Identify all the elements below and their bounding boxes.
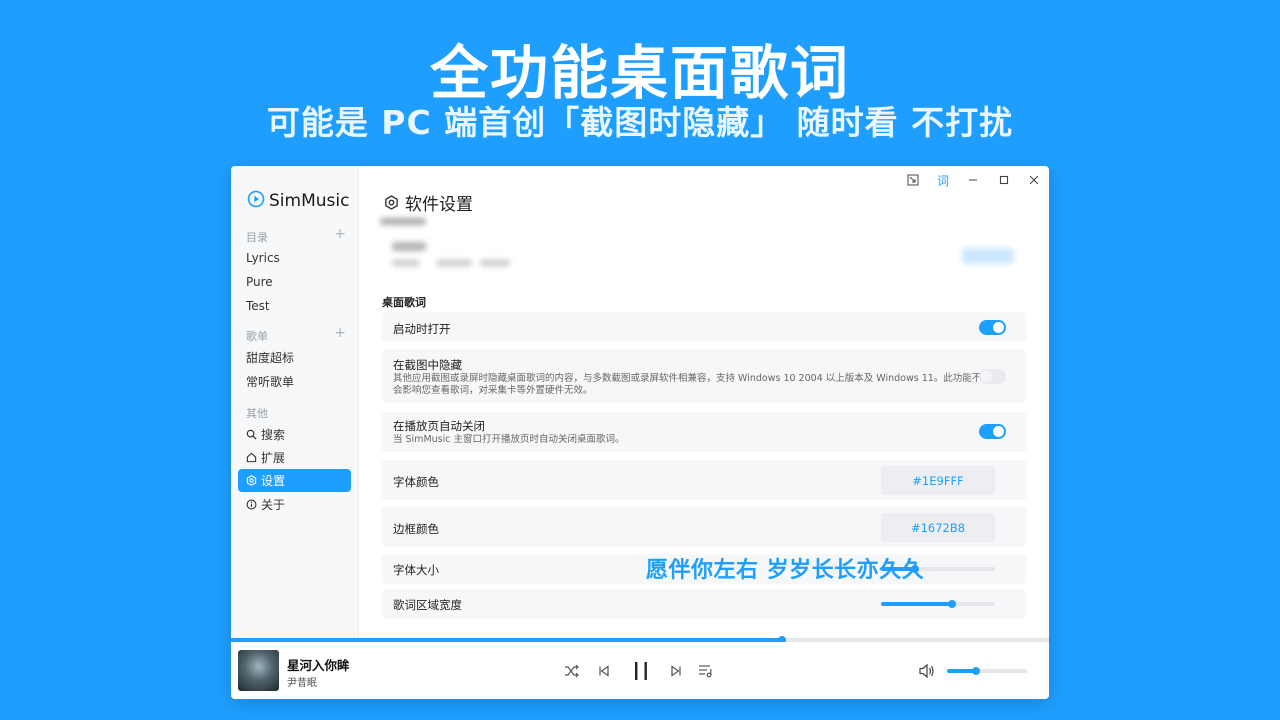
- blurred-previous-section: [380, 218, 1030, 278]
- setting-title: 在截图中隐藏: [393, 358, 462, 372]
- playlist-button[interactable]: [697, 662, 715, 680]
- sidebar-item-label: Test: [246, 298, 270, 313]
- setting-title: 启动时打开: [393, 322, 451, 336]
- add-playlist-icon[interactable]: +: [334, 325, 346, 344]
- sidebar-item-search[interactable]: 搜索: [238, 423, 351, 446]
- setting-title: 在播放页自动关闭: [393, 419, 485, 433]
- group-title-desktop-lyrics: 桌面歌词: [382, 296, 426, 309]
- extension-icon: [246, 452, 257, 463]
- section-header-other: 其他: [246, 405, 346, 421]
- hide-in-screenshot-toggle[interactable]: [979, 369, 1006, 384]
- setting-hide-in-screenshot: 在截图中隐藏 其他应用截图或录屏时隐藏桌面歌词的内容，与多数截图或录屏软件相兼容…: [382, 349, 1026, 403]
- settings-gear-icon: [246, 475, 257, 486]
- section-header-folders: 目录 +: [246, 226, 346, 245]
- previous-icon: [599, 665, 609, 677]
- player-bar: 星河入你眸 尹昔眠: [231, 642, 1049, 699]
- lyric-width-slider[interactable]: [881, 600, 995, 608]
- sidebar-item-label: Lyrics: [246, 250, 280, 265]
- section-label: 歌单: [246, 330, 268, 343]
- shuffle-icon: [565, 664, 579, 678]
- page-title: 软件设置: [384, 190, 473, 215]
- album-cover[interactable]: [238, 650, 279, 691]
- section-header-playlists: 歌单 +: [246, 325, 346, 344]
- sidebar-item-label: 搜索: [261, 428, 286, 442]
- add-folder-icon[interactable]: +: [334, 226, 346, 245]
- border-color-picker[interactable]: #1672B8: [881, 513, 995, 542]
- sidebar-item-label: 常听歌单: [246, 375, 295, 389]
- sidebar-item-playlist-1[interactable]: 甜度超标: [238, 346, 351, 369]
- next-icon: [671, 665, 681, 677]
- mini-mode-icon: [907, 174, 919, 186]
- close-button[interactable]: [1025, 172, 1043, 188]
- app-logo: SimMusic: [247, 190, 349, 212]
- section-label: 目录: [246, 231, 268, 244]
- maximize-icon: [999, 175, 1009, 185]
- desktop-lyrics-button[interactable]: 词: [934, 172, 952, 188]
- sidebar-item-label: Pure: [246, 274, 273, 289]
- setting-lyric-area-width: 歌词区域宽度: [382, 589, 1026, 619]
- sidebar-item-extensions[interactable]: 扩展: [238, 446, 351, 469]
- close-icon: [1029, 175, 1039, 185]
- sidebar-item-label: 甜度超标: [246, 351, 295, 365]
- setting-title: 字体颜色: [393, 475, 439, 489]
- volume-thumb[interactable]: [971, 667, 980, 675]
- setting-description: 当 SimMusic 主窗口打开播放页时自动关闭桌面歌词。: [393, 434, 625, 445]
- setting-auto-close-on-play-page: 在播放页自动关闭 当 SimMusic 主窗口打开播放页时自动关闭桌面歌词。: [382, 412, 1026, 452]
- setting-border-color: 边框颜色 #1672B8: [382, 507, 1026, 547]
- shuffle-button[interactable]: [563, 662, 581, 680]
- song-artist: 尹昔眠: [287, 678, 317, 689]
- sidebar-item-label: 设置: [261, 474, 286, 488]
- sidebar-item-settings[interactable]: 设置: [238, 469, 351, 492]
- sidebar-item-playlist-2[interactable]: 常听歌单: [238, 370, 351, 393]
- sidebar-item-about[interactable]: 关于: [238, 493, 351, 516]
- section-label: 其他: [246, 407, 268, 420]
- minimize-icon: [969, 179, 977, 181]
- setting-font-color: 字体颜色 #1E9FFF: [382, 460, 1026, 500]
- main-panel: 词 软件设置 桌面歌词 启动时打开 在截图中隐藏 其他应用截图或录屏时隐藏桌面歌…: [360, 166, 1049, 638]
- sidebar-item-label: 扩展: [261, 451, 286, 465]
- sidebar-item-lyrics[interactable]: Lyrics: [238, 246, 351, 269]
- desktop-lyric-preview: 愿伴你左右 岁岁长长亦久久: [646, 558, 925, 583]
- play-logo-icon: [247, 190, 265, 212]
- sidebar-item-pure[interactable]: Pure: [238, 270, 351, 293]
- search-icon: [246, 429, 257, 440]
- sidebar-item-label: 关于: [261, 498, 286, 512]
- setting-title: 字体大小: [393, 563, 439, 577]
- sidebar: SimMusic 目录 + Lyrics Pure Test 歌单 + 甜度超标…: [231, 166, 359, 638]
- setting-open-on-start: 启动时打开: [382, 312, 1026, 342]
- setting-title: 边框颜色: [393, 522, 439, 536]
- pause-icon: [635, 662, 647, 680]
- open-on-start-toggle[interactable]: [979, 320, 1006, 335]
- setting-title: 歌词区域宽度: [393, 598, 462, 612]
- previous-button[interactable]: [595, 662, 613, 680]
- page-title-text: 软件设置: [405, 195, 473, 215]
- minimize-button[interactable]: [964, 172, 982, 188]
- pause-button[interactable]: [631, 660, 651, 682]
- volume-slider[interactable]: [947, 667, 1027, 675]
- hero-subtitle: 可能是 PC 端首创「截图时隐藏」 随时看 不打扰: [266, 103, 1014, 142]
- next-button[interactable]: [667, 662, 685, 680]
- app-name: SimMusic: [269, 191, 350, 211]
- font-color-picker[interactable]: #1E9FFF: [881, 466, 995, 495]
- info-icon: [246, 499, 257, 510]
- volume-icon[interactable]: [918, 663, 936, 683]
- setting-description: 其他应用截图或录屏时隐藏桌面歌词的内容，与多数截图或录屏软件相兼容，支持 Win…: [393, 373, 982, 396]
- sidebar-item-test[interactable]: Test: [238, 294, 351, 317]
- maximize-button[interactable]: [995, 172, 1013, 188]
- auto-close-toggle[interactable]: [979, 424, 1006, 439]
- slider-thumb[interactable]: [947, 600, 956, 608]
- song-title: 星河入你眸: [287, 658, 350, 673]
- mini-mode-button[interactable]: [904, 172, 922, 188]
- settings-gear-icon: [385, 195, 398, 210]
- playlist-icon: [699, 665, 712, 678]
- app-window: SimMusic 目录 + Lyrics Pure Test 歌单 + 甜度超标…: [231, 166, 1049, 699]
